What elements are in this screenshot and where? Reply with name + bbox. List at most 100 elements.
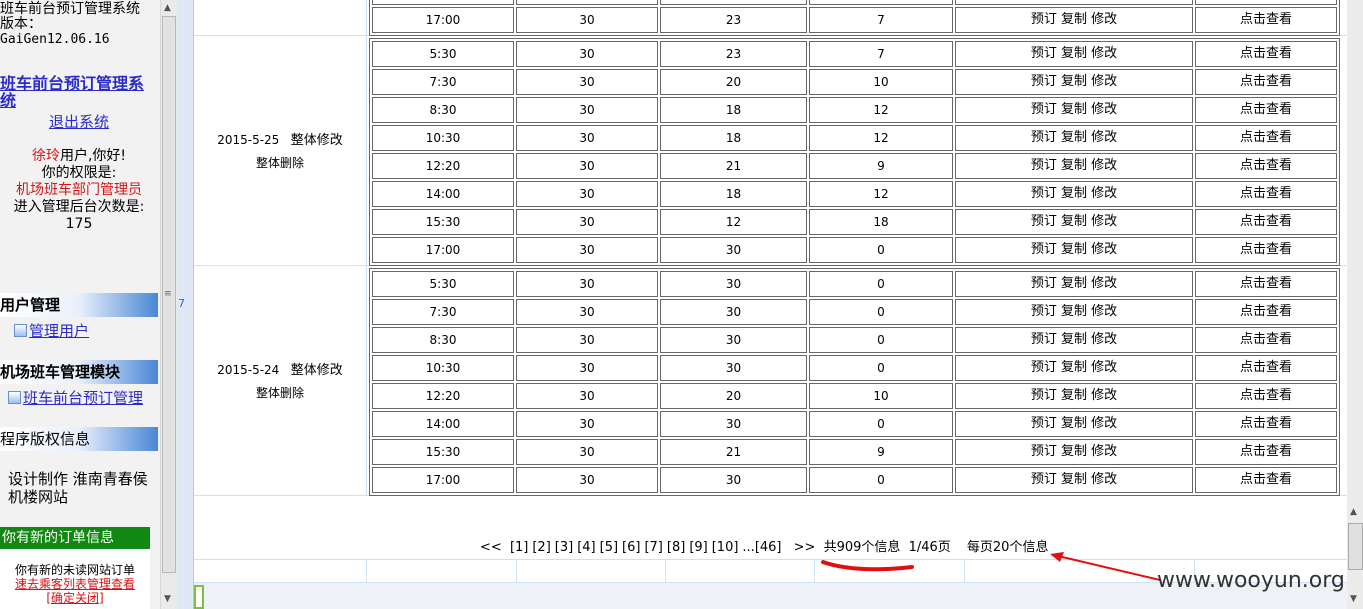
- logout-link[interactable]: 退出系统: [0, 111, 158, 132]
- edit-link[interactable]: 修改: [1091, 46, 1117, 61]
- scroll-down-icon[interactable]: ▼: [164, 594, 171, 604]
- view-link[interactable]: 点击查看: [1195, 467, 1337, 493]
- view-link[interactable]: 点击查看: [1195, 69, 1337, 95]
- prev-page-link[interactable]: <<: [480, 540, 502, 555]
- copy-link[interactable]: 复制: [1061, 444, 1087, 459]
- edit-link[interactable]: 修改: [1091, 332, 1117, 347]
- edit-link[interactable]: 修改: [1091, 304, 1117, 319]
- left-scrollbar[interactable]: ▲ ▼: [160, 0, 177, 609]
- page-link[interactable]: [8]: [667, 540, 685, 555]
- view-link[interactable]: 点击查看: [1195, 125, 1337, 151]
- view-link[interactable]: 点击查看: [1195, 209, 1337, 235]
- splitter-grip-icon[interactable]: ≡: [164, 289, 172, 299]
- edit-link[interactable]: 修改: [1091, 242, 1117, 257]
- edit-link[interactable]: 修改: [1091, 186, 1117, 201]
- view-link[interactable]: 点击查看: [1195, 181, 1337, 207]
- page-link[interactable]: [3]: [555, 540, 573, 555]
- system-home-link[interactable]: 班车前台预订管理系统: [0, 75, 156, 109]
- edit-link[interactable]: 修改: [1091, 444, 1117, 459]
- edit-link[interactable]: 修改: [1091, 214, 1117, 229]
- edit-link[interactable]: 修改: [1091, 74, 1117, 89]
- copy-link[interactable]: 复制: [1061, 214, 1087, 229]
- book-link[interactable]: 预订: [1031, 472, 1057, 487]
- book-link[interactable]: 预订: [1031, 46, 1057, 61]
- modify-all-link[interactable]: 整体修改: [291, 363, 343, 378]
- book-link[interactable]: 预订: [1031, 214, 1057, 229]
- view-link[interactable]: 点击查看: [1195, 0, 1337, 5]
- delete-all-link[interactable]: 整体删除: [256, 156, 304, 170]
- view-link[interactable]: 点击查看: [1195, 327, 1337, 353]
- view-link[interactable]: 点击查看: [1195, 383, 1337, 409]
- book-link[interactable]: 预订: [1031, 388, 1057, 403]
- view-link[interactable]: 点击查看: [1195, 355, 1337, 381]
- copy-link[interactable]: 复制: [1061, 332, 1087, 347]
- page-link[interactable]: [2]: [532, 540, 550, 555]
- copy-link[interactable]: 复制: [1061, 388, 1087, 403]
- edit-link[interactable]: 修改: [1091, 416, 1117, 431]
- delete-all-link[interactable]: 整体删除: [256, 386, 304, 400]
- edit-link[interactable]: 修改: [1091, 12, 1117, 27]
- view-link[interactable]: 点击查看: [1195, 41, 1337, 67]
- view-link[interactable]: 点击查看: [1195, 411, 1337, 437]
- scroll-down-icon[interactable]: ▼: [1350, 594, 1357, 604]
- focus-box[interactable]: [194, 585, 204, 609]
- copy-link[interactable]: 复制: [1061, 472, 1087, 487]
- book-link[interactable]: 预订: [1031, 130, 1057, 145]
- page-link[interactable]: [4]: [577, 540, 595, 555]
- page-link[interactable]: [5]: [600, 540, 618, 555]
- edit-link[interactable]: 修改: [1091, 276, 1117, 291]
- view-link[interactable]: 点击查看: [1195, 299, 1337, 325]
- copy-link[interactable]: 复制: [1061, 12, 1087, 27]
- book-link[interactable]: 预订: [1031, 102, 1057, 117]
- page-link[interactable]: [1]: [510, 540, 528, 555]
- book-link[interactable]: 预订: [1031, 242, 1057, 257]
- edit-link[interactable]: 修改: [1091, 472, 1117, 487]
- copy-link[interactable]: 复制: [1061, 130, 1087, 145]
- copy-link[interactable]: 复制: [1061, 360, 1087, 375]
- view-link[interactable]: 点击查看: [1195, 153, 1337, 179]
- page-link[interactable]: [10]: [712, 540, 739, 555]
- book-link[interactable]: 预订: [1031, 304, 1057, 319]
- copy-link[interactable]: 复制: [1061, 102, 1087, 117]
- book-link[interactable]: 预订: [1031, 186, 1057, 201]
- scroll-up-icon[interactable]: ▲: [164, 3, 171, 13]
- copy-link[interactable]: 复制: [1061, 46, 1087, 61]
- edit-link[interactable]: 修改: [1091, 130, 1117, 145]
- book-link[interactable]: 预订: [1031, 74, 1057, 89]
- next-page-link[interactable]: >>: [794, 540, 816, 555]
- book-link[interactable]: 预订: [1031, 360, 1057, 375]
- copy-link[interactable]: 复制: [1061, 304, 1087, 319]
- frame-splitter[interactable]: ≡ 7: [164, 0, 194, 609]
- copy-link[interactable]: 复制: [1061, 158, 1087, 173]
- copy-link[interactable]: 复制: [1061, 186, 1087, 201]
- modify-all-link[interactable]: 整体修改: [291, 133, 343, 148]
- edit-link[interactable]: 修改: [1091, 102, 1117, 117]
- view-link[interactable]: 点击查看: [1195, 271, 1337, 297]
- view-link[interactable]: 点击查看: [1195, 439, 1337, 465]
- view-link[interactable]: 点击查看: [1195, 7, 1337, 33]
- book-link[interactable]: 预订: [1031, 12, 1057, 27]
- page-link[interactable]: ...[46]: [742, 540, 781, 555]
- book-link[interactable]: 预订: [1031, 332, 1057, 347]
- copy-link[interactable]: 复制: [1061, 276, 1087, 291]
- view-link[interactable]: 点击查看: [1195, 97, 1337, 123]
- book-link[interactable]: 预订: [1031, 416, 1057, 431]
- sidebar-item-manage-users[interactable]: 管理用户: [14, 320, 89, 341]
- page-link[interactable]: [6]: [622, 540, 640, 555]
- view-link[interactable]: 点击查看: [1195, 237, 1337, 263]
- edit-link[interactable]: 修改: [1091, 158, 1117, 173]
- page-link[interactable]: [9]: [689, 540, 707, 555]
- edit-link[interactable]: 修改: [1091, 360, 1117, 375]
- right-scrollbar[interactable]: ▲ ▼: [1347, 0, 1363, 609]
- sidebar-item-shuttle-booking[interactable]: 班车前台预订管理: [8, 387, 143, 408]
- book-link[interactable]: 预订: [1031, 276, 1057, 291]
- copy-link[interactable]: 复制: [1061, 74, 1087, 89]
- book-link[interactable]: 预订: [1031, 444, 1057, 459]
- passenger-list-link[interactable]: 速去乘客列表管理查看: [0, 577, 150, 591]
- edit-link[interactable]: 修改: [1091, 388, 1117, 403]
- scroll-up-icon[interactable]: ▲: [1350, 507, 1357, 517]
- copy-link[interactable]: 复制: [1061, 242, 1087, 257]
- page-link[interactable]: [7]: [644, 540, 662, 555]
- copy-link[interactable]: 复制: [1061, 416, 1087, 431]
- scroll-thumb[interactable]: [1348, 523, 1363, 570]
